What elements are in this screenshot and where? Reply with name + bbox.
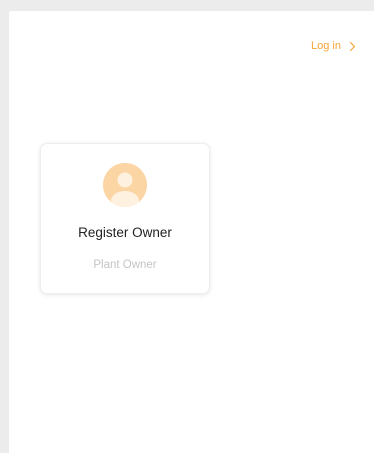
card-title: Register Owner — [78, 225, 172, 240]
login-link[interactable]: Log in — [311, 40, 358, 52]
main-panel: Log in Register Owner Plant Owner — [9, 11, 374, 453]
app-window: Log in Register Owner Plant Owner — [0, 0, 374, 453]
login-label: Log in — [311, 40, 341, 52]
card-subtitle: Plant Owner — [93, 259, 157, 271]
chevron-right-icon — [349, 41, 356, 51]
user-avatar-icon — [103, 163, 147, 207]
register-owner-card[interactable]: Register Owner Plant Owner — [40, 143, 210, 294]
